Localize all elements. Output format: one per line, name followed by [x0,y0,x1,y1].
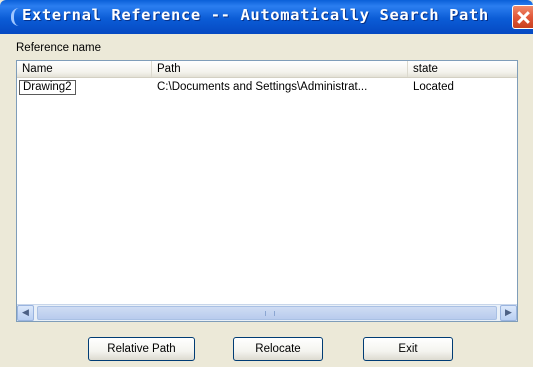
list-header: Name Path state [17,61,517,78]
column-header-name[interactable]: Name [17,61,152,77]
title-accent-icon [11,8,21,26]
row-path: C:\Documents and Settings\Administrat... [157,81,368,93]
grip-icon [265,311,275,316]
reference-list[interactable]: Name Path state Drawing2 C:\Documents an… [16,60,518,322]
window-title: External Reference -- Automatically Sear… [22,6,489,24]
scroll-thumb[interactable] [37,306,497,320]
relative-path-button[interactable]: Relative Path [88,337,195,361]
list-item[interactable]: Drawing2 C:\Documents and Settings\Admin… [17,79,517,96]
row-state: Located [413,81,454,93]
reference-name-label: Reference name [16,42,102,54]
row-name[interactable]: Drawing2 [19,80,76,95]
close-button[interactable] [512,5,533,29]
column-header-path[interactable]: Path [152,61,408,77]
column-header-state[interactable]: state [408,61,517,77]
scroll-right-icon[interactable]: ▶ [500,305,517,321]
title-bar[interactable]: External Reference -- Automatically Sear… [0,0,533,34]
exit-button[interactable]: Exit [363,337,453,361]
relocate-button[interactable]: Relocate [233,337,323,361]
dialog-window: External Reference -- Automatically Sear… [0,0,533,367]
horizontal-scrollbar[interactable]: ◀ ▶ [17,304,517,321]
scroll-left-icon[interactable]: ◀ [17,305,34,321]
